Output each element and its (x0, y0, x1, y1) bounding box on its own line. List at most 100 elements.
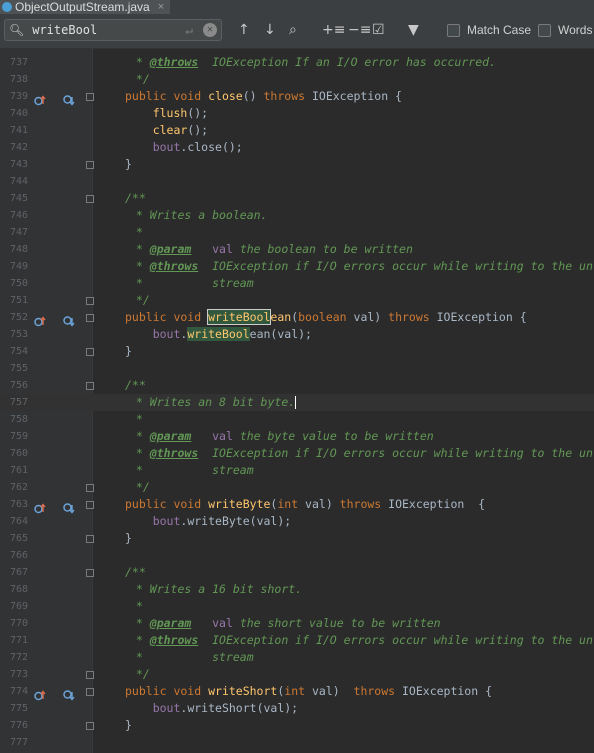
next-occurrence-icon[interactable]: ↓ (264, 22, 276, 38)
fold-marker-icon[interactable] (86, 93, 94, 101)
code-line[interactable]: 761 * stream (0, 462, 594, 479)
code-line[interactable]: 764 bout.writeByte(val); (0, 513, 594, 530)
filter-icon[interactable]: ▼ (408, 22, 419, 38)
fold-marker-icon[interactable] (86, 297, 94, 305)
code-line[interactable]: 775 bout.writeShort(val); (0, 700, 594, 717)
code-token: val (212, 616, 233, 630)
tab-objectoutputstream[interactable]: ObjectOutputStream.java × (0, 0, 171, 14)
code-line[interactable]: 758 * (0, 411, 594, 428)
code-line[interactable]: 737 * @throws IOException If an I/O erro… (0, 54, 594, 71)
code-line[interactable]: 739 public void close() throws IOExceptio… (0, 88, 594, 106)
code-line[interactable]: 742 bout.close(); (0, 139, 594, 156)
match-case-checkbox[interactable] (447, 24, 460, 37)
code-token: bout (152, 701, 181, 715)
code-line[interactable]: 766 (0, 547, 594, 564)
override-icon[interactable] (34, 499, 46, 514)
code-token: IOException if I/O errors occur while wr… (198, 446, 593, 460)
fold-marker-icon[interactable] (86, 484, 94, 492)
code-token: IOException { (388, 497, 486, 511)
remove-selection-icon[interactable]: −≡ (348, 22, 371, 38)
code-line[interactable]: 759 * @param val the byte value to be wr… (0, 428, 594, 445)
fold-marker-icon[interactable] (86, 348, 94, 356)
override-icon[interactable] (34, 91, 46, 106)
fold-marker-icon[interactable] (86, 535, 94, 543)
fold-marker-icon[interactable] (86, 161, 94, 169)
code-line[interactable]: 741 clear(); (0, 122, 594, 139)
previous-occurrence-icon[interactable]: ↑ (238, 22, 250, 38)
implemented-icon[interactable] (63, 91, 75, 106)
code-token: int (277, 497, 306, 511)
words-checkbox[interactable] (538, 24, 551, 37)
close-icon[interactable]: × (158, 0, 164, 14)
code-line[interactable]: 748 * @param val the boolean to be writt… (0, 241, 594, 258)
code-line[interactable]: 740 flush(); (0, 105, 594, 122)
implemented-icon[interactable] (63, 312, 75, 327)
code-line[interactable]: 760 * @throws IOException if I/O errors … (0, 445, 594, 462)
code-line[interactable]: 774 public void writeShort(int val) throw… (0, 683, 594, 701)
fold-marker-icon[interactable] (86, 688, 94, 696)
fold-marker-icon[interactable] (86, 671, 94, 679)
tab-title: ObjectOutputStream.java (15, 0, 150, 14)
code-token: * (129, 259, 150, 273)
line-number: 758 (9, 414, 28, 425)
search-box[interactable]: 🔍︎ writeBool ↵ ✕ (4, 19, 222, 41)
fold-marker-icon[interactable] (86, 314, 94, 322)
code-line[interactable]: 757 * Writes an 8 bit byte. (0, 394, 594, 411)
select-all-occurrences-icon[interactable]: ☑ (372, 22, 385, 38)
code-line[interactable]: 754} (0, 343, 594, 360)
code-line[interactable]: 763 public void writeByte(int val) throws… (0, 496, 594, 514)
code-line[interactable]: 771 * @throws IOException if I/O errors … (0, 632, 594, 649)
code-line[interactable]: 768 * Writes a 16 bit short. (0, 581, 594, 598)
code-line[interactable]: 770 * @param val the short value to be w… (0, 615, 594, 632)
new-line-icon[interactable]: ↵ (185, 23, 193, 38)
implemented-icon[interactable] (63, 499, 75, 514)
line-number: 760 (9, 448, 28, 459)
add-selection-icon[interactable]: +≡ (322, 22, 345, 38)
code-token: IOException { (311, 89, 402, 103)
find-in-path-icon[interactable]: ⌕ (289, 22, 297, 38)
code-editor[interactable]: 737 * @throws IOException If an I/O erro… (0, 48, 594, 753)
code-line[interactable]: 751 */ (0, 292, 594, 309)
code-line[interactable]: 746 * Writes a boolean. (0, 207, 594, 224)
code-line[interactable]: 747 * (0, 224, 594, 241)
fold-marker-icon[interactable] (86, 569, 94, 577)
code-line[interactable]: 772 * stream (0, 649, 594, 666)
code-line[interactable]: 767 /** (0, 564, 594, 581)
code-line[interactable]: 743} (0, 156, 594, 173)
line-number: 763 (9, 499, 28, 510)
code-token: * (129, 429, 150, 443)
code-token: flush (152, 106, 188, 120)
code-token: } (125, 344, 132, 358)
search-input[interactable]: writeBool (32, 23, 185, 37)
search-icon[interactable]: 🔍︎ (9, 23, 24, 37)
code-line[interactable]: 749 * @throws IOException if I/O errors … (0, 258, 594, 275)
clear-search-icon[interactable]: ✕ (203, 23, 217, 37)
code-line[interactable]: 738 */ (0, 71, 594, 88)
fold-marker-icon[interactable] (86, 382, 94, 390)
fold-marker-icon[interactable] (86, 195, 94, 203)
code-token: /** (125, 565, 146, 579)
fold-marker-icon[interactable] (86, 722, 94, 730)
code-token: */ (129, 72, 150, 86)
code-token: @param (149, 429, 192, 443)
code-line[interactable]: 755 (0, 360, 594, 377)
code-line[interactable]: 769 * (0, 598, 594, 615)
code-line[interactable]: 753 bout.writeBoolean(val); (0, 326, 594, 343)
code-line[interactable]: 744 (0, 173, 594, 190)
override-icon[interactable] (34, 312, 46, 327)
implemented-icon[interactable] (63, 686, 75, 701)
code-token: /** (125, 378, 146, 392)
code-line[interactable]: 762 */ (0, 479, 594, 496)
code-line[interactable]: 777 (0, 734, 594, 751)
code-line[interactable]: 765} (0, 530, 594, 547)
fold-marker-icon[interactable] (86, 501, 94, 509)
code-text: public void writeShort(int val) throws I… (125, 683, 492, 700)
code-text: clear(); (125, 122, 208, 139)
override-icon[interactable] (34, 686, 46, 701)
code-line[interactable]: 773 */ (0, 666, 594, 683)
code-line[interactable]: 756 /** (0, 377, 594, 394)
code-line[interactable]: 752 public void writeBoolean(boolean val)… (0, 309, 594, 327)
code-line[interactable]: 776} (0, 717, 594, 734)
code-line[interactable]: 745 /** (0, 190, 594, 207)
code-line[interactable]: 750 * stream (0, 275, 594, 292)
